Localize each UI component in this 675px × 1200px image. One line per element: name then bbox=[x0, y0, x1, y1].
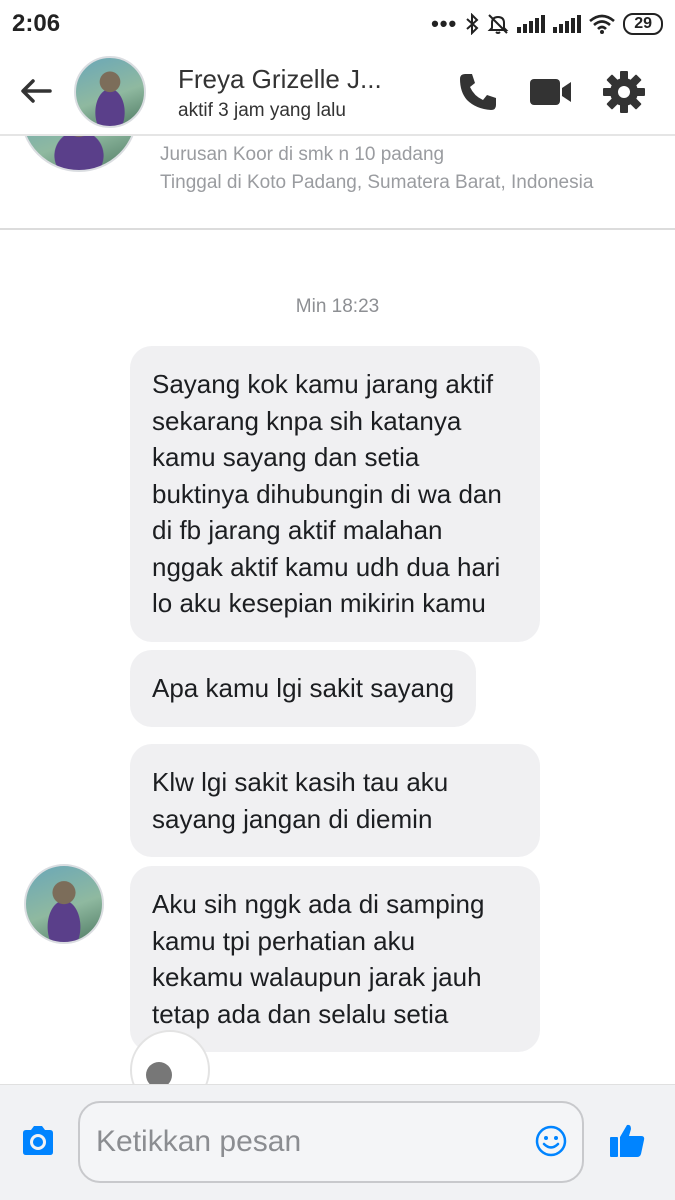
message-line: Sayang kok kamu jarang aktif bbox=[152, 369, 494, 399]
message-line: Aku sih nggk ada di samping bbox=[152, 889, 485, 919]
message-bubble[interactable]: Sayang kok kamu jarang aktif sekarang kn… bbox=[130, 346, 540, 642]
message-line: lo aku kesepian mikirin kamu bbox=[152, 588, 486, 618]
message-composer bbox=[0, 1084, 675, 1200]
signal-icon bbox=[517, 15, 546, 33]
signal-icon bbox=[553, 15, 582, 33]
contact-name[interactable]: Freya Grizelle J... bbox=[178, 64, 382, 95]
profile-location: Tinggal di Koto Padang, Sumatera Barat, … bbox=[160, 172, 594, 193]
message-line: Apa kamu lgi sakit sayang bbox=[152, 673, 455, 703]
message-line: Klw lgi sakit kasih tau aku bbox=[152, 767, 449, 797]
mute-icon bbox=[487, 14, 509, 34]
contact-status: aktif 3 jam yang lalu bbox=[178, 100, 346, 121]
message-bubble[interactable]: Apa kamu lgi sakit sayang bbox=[130, 650, 477, 727]
bluetooth-icon bbox=[466, 13, 479, 35]
chat-header: Freya Grizelle J... aktif 3 jam yang lal… bbox=[0, 48, 675, 136]
gear-icon[interactable] bbox=[602, 70, 646, 114]
message-line: di fb jarang aktif malahan bbox=[152, 515, 443, 545]
message-line: kamu tpi perhatian aku bbox=[152, 925, 416, 956]
status-bar: 2:06 ••• 29 bbox=[0, 0, 675, 48]
profile-divider bbox=[0, 228, 675, 230]
emoji-icon[interactable] bbox=[535, 1125, 567, 1157]
message-line: sayang jangan di diemin bbox=[152, 803, 433, 834]
camera-icon[interactable] bbox=[20, 1123, 56, 1159]
message-input[interactable] bbox=[78, 1101, 584, 1183]
message-line: nggak aktif kamu udh dua hari bbox=[152, 551, 501, 582]
back-arrow-icon[interactable] bbox=[18, 76, 54, 106]
message-bubble[interactable]: Aku sih nggk ada di samping kamu tpi per… bbox=[130, 866, 540, 1052]
status-time: 2:06 bbox=[12, 10, 61, 37]
phone-icon[interactable] bbox=[456, 70, 500, 114]
battery-icon: 29 bbox=[623, 13, 663, 35]
message-line: kekamu walaupun jarak jauh bbox=[152, 962, 482, 992]
sender-avatar[interactable] bbox=[24, 864, 104, 944]
message-line: kamu sayang dan setia bbox=[152, 442, 420, 472]
wifi-icon bbox=[589, 14, 616, 34]
message-bubble[interactable]: Klw lgi sakit kasih tau aku sayang janga… bbox=[130, 744, 540, 857]
contact-avatar[interactable] bbox=[74, 56, 146, 128]
profile-school: Jurusan Koor di smk n 10 padang bbox=[160, 144, 445, 165]
dots-icon: ••• bbox=[431, 11, 458, 36]
thumbs-up-icon[interactable] bbox=[608, 1121, 646, 1159]
video-icon[interactable] bbox=[528, 70, 572, 114]
message-line: tetap ada dan selalu setia bbox=[152, 998, 449, 1029]
status-icons: ••• 29 bbox=[431, 10, 663, 38]
message-timestamp: Min 18:23 bbox=[295, 296, 380, 317]
message-line: sekarang knpa sih katanya bbox=[152, 405, 462, 436]
message-line: buktinya dihubungin di wa dan bbox=[152, 478, 502, 509]
